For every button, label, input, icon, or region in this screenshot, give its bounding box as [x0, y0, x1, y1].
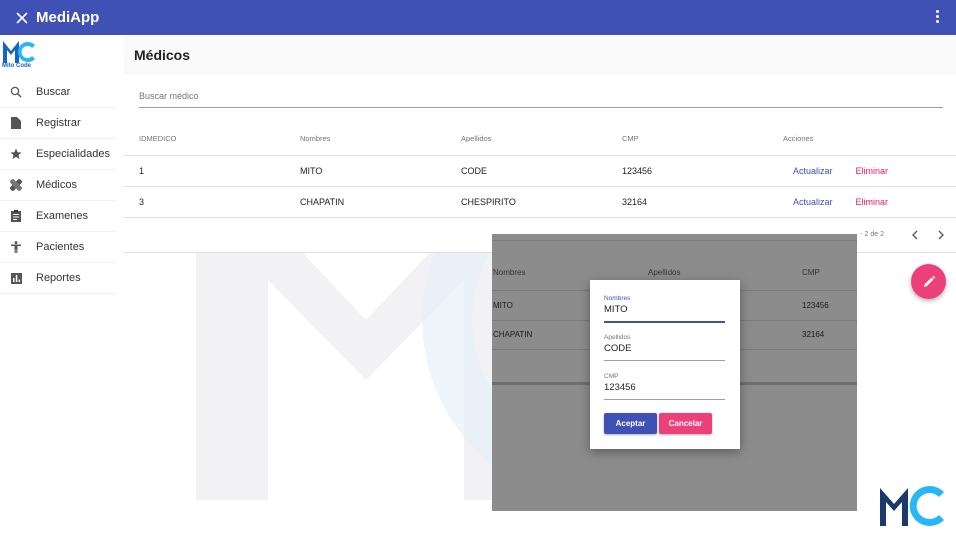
page-header: Médicos	[124, 35, 956, 75]
table-row: 1 MITO CODE 123456 Actualizar Eliminar	[124, 156, 956, 187]
page-title: Médicos	[134, 47, 191, 63]
cmp-input[interactable]: 123456	[604, 382, 725, 394]
mitocode-corner-logo-icon	[880, 486, 944, 526]
cell-nombres: CHAPATIN	[493, 330, 533, 339]
sidebar-nav: Buscar Registrar Especialidades Médicos …	[0, 77, 116, 294]
delete-button[interactable]: Eliminar	[856, 166, 889, 176]
sidebar-item-label: Médicos	[36, 179, 77, 191]
sidebar: Mito Code Buscar Registrar Especialidade…	[0, 35, 116, 395]
cell-nombres: MITO	[300, 166, 323, 176]
cancel-button[interactable]: Cancelar	[659, 413, 712, 434]
bar-chart-icon	[9, 271, 23, 285]
cell-id: 3	[139, 197, 145, 207]
column-header: Acciones	[783, 133, 814, 143]
cell-cmp: 32164	[622, 197, 648, 207]
update-button[interactable]: Actualizar	[793, 197, 833, 207]
column-header: Nombres	[493, 268, 526, 277]
cell-cmp: 32164	[802, 330, 825, 339]
nombres-field[interactable]: Nombres MITO	[604, 295, 725, 323]
chevron-left-icon[interactable]	[910, 229, 920, 241]
edit-fab-button[interactable]	[911, 264, 946, 299]
sidebar-item-buscar[interactable]: Buscar	[0, 77, 116, 108]
logo-text: Mito Code	[2, 63, 31, 69]
pencil-icon	[923, 275, 935, 287]
star-icon	[9, 147, 23, 161]
column-header: Apellidos	[648, 268, 681, 277]
cell-nombres: MITO	[493, 301, 513, 310]
sidebar-item-medicos[interactable]: Médicos	[0, 170, 116, 201]
sidebar-item-pacientes[interactable]: Pacientes	[0, 232, 116, 263]
accept-button[interactable]: Aceptar	[604, 413, 657, 434]
chevron-right-icon[interactable]	[936, 229, 946, 241]
cell-apellidos: CODE	[461, 166, 488, 176]
delete-button[interactable]: Eliminar	[856, 197, 889, 207]
column-header[interactable]: IDMEDICO	[139, 121, 177, 155]
sidebar-item-examenes[interactable]: Examenes	[0, 201, 116, 232]
sidebar-item-label: Pacientes	[36, 241, 85, 253]
search-icon	[9, 85, 23, 99]
action-cell: Actualizar Eliminar	[793, 187, 888, 217]
column-header[interactable]: Apellidos	[461, 121, 491, 155]
sidebar-item-label: Especialidades	[36, 148, 110, 160]
bandage-icon	[9, 178, 23, 192]
apellidos-input[interactable]: CODE	[604, 343, 725, 355]
close-icon[interactable]	[14, 10, 30, 26]
app-toolbar: MediApp	[0, 0, 956, 35]
sidebar-item-label: Registrar	[36, 117, 81, 129]
action-cell: Actualizar Eliminar	[793, 156, 888, 186]
cell-cmp: 123456	[622, 166, 653, 176]
column-header[interactable]: Nombres	[300, 121, 330, 155]
column-header: CMP	[802, 268, 820, 277]
cell-nombres: CHAPATIN	[300, 197, 345, 207]
sidebar-item-reportes[interactable]: Reportes	[0, 263, 116, 294]
cmp-field[interactable]: CMP 123456	[604, 373, 725, 400]
search-bar: Buscar médico	[124, 75, 956, 121]
cell-id: 1	[139, 166, 145, 176]
sidebar-item-especialidades[interactable]: Especialidades	[0, 139, 116, 170]
sidebar-item-registrar[interactable]: Registrar	[0, 108, 116, 139]
sidebar-item-label: Buscar	[36, 86, 71, 98]
field-label: CMP	[604, 373, 619, 380]
field-label: Apellidos	[604, 334, 631, 341]
clipboard-icon	[9, 209, 23, 223]
app-title: MediApp	[36, 9, 100, 26]
search-input[interactable]: Buscar médico	[139, 91, 943, 108]
nombres-input[interactable]: MITO	[604, 304, 725, 316]
column-header[interactable]: CMP	[622, 121, 639, 155]
document-icon	[9, 116, 23, 130]
table-row: 3 CHAPATIN CHESPIRITO 32164 Actualizar E…	[124, 187, 956, 218]
cell-cmp: 123456	[802, 301, 829, 310]
more-vert-icon[interactable]	[936, 10, 940, 24]
update-button[interactable]: Actualizar	[793, 166, 833, 176]
apellidos-field[interactable]: Apellidos CODE	[604, 334, 725, 361]
edit-doctor-dialog: Nombres MITO Apellidos CODE CMP 123456 A…	[590, 280, 740, 449]
paginator-range: - 2 de 2	[860, 231, 884, 238]
sidebar-item-label: Reportes	[36, 272, 81, 284]
sidebar-item-label: Examenes	[36, 210, 88, 222]
table-header-row: IDMEDICO Nombres Apellidos CMP Acciones	[124, 121, 956, 156]
person-icon	[9, 240, 23, 254]
field-label: Nombres	[604, 295, 631, 302]
cell-apellidos: CHESPIRITO	[461, 197, 516, 207]
